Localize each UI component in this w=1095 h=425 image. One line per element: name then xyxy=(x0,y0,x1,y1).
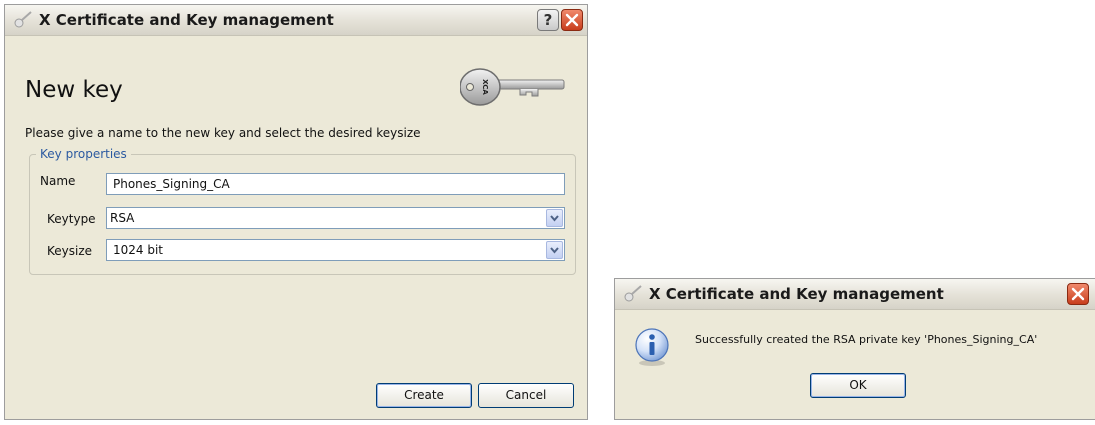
message-title-bar[interactable]: X Certificate and Key management xyxy=(615,279,1095,310)
instruction-text: Please give a name to the new key and se… xyxy=(25,126,421,140)
page-title: New key xyxy=(25,77,123,103)
key-icon xyxy=(14,11,32,28)
keysize-label: Keysize xyxy=(47,244,93,258)
key-image-text: XCA xyxy=(481,79,489,95)
key-icon xyxy=(624,285,642,302)
message-window-title: X Certificate and Key management xyxy=(649,285,944,303)
keysize-value: 1024 bit xyxy=(113,243,164,257)
close-button[interactable] xyxy=(561,9,583,31)
help-icon: ? xyxy=(543,11,553,29)
ok-button[interactable]: OK xyxy=(810,373,906,398)
name-field[interactable]: Phones_Signing_CA xyxy=(106,173,565,195)
message-text: Successfully created the RSA private key… xyxy=(695,333,1038,346)
help-button[interactable]: ? xyxy=(537,9,559,31)
keysize-select[interactable]: 1024 bit xyxy=(106,239,565,261)
close-icon xyxy=(1071,287,1085,301)
keytype-select[interactable]: RSA xyxy=(106,207,565,229)
keytype-label: Keytype xyxy=(47,212,96,226)
group-title: Key properties xyxy=(36,147,131,161)
cancel-button[interactable]: Cancel xyxy=(478,383,574,408)
name-label: Name xyxy=(40,174,76,188)
info-icon xyxy=(635,328,669,366)
name-value: Phones_Signing_CA xyxy=(113,177,230,191)
message-dialog: X Certificate and Key management Success… xyxy=(614,278,1095,420)
create-button[interactable]: Create xyxy=(376,383,472,408)
chevron-down-icon[interactable] xyxy=(546,209,563,227)
chevron-down-icon[interactable] xyxy=(546,241,563,259)
key-illustration-icon: XCA xyxy=(460,68,565,106)
window-title: X Certificate and Key management xyxy=(39,11,334,29)
close-icon xyxy=(565,13,579,27)
message-close-button[interactable] xyxy=(1067,283,1089,305)
keytype-value: RSA xyxy=(110,211,135,225)
new-key-dialog: X Certificate and Key management ? New k… xyxy=(4,4,588,420)
title-bar[interactable]: X Certificate and Key management ? xyxy=(5,5,587,36)
